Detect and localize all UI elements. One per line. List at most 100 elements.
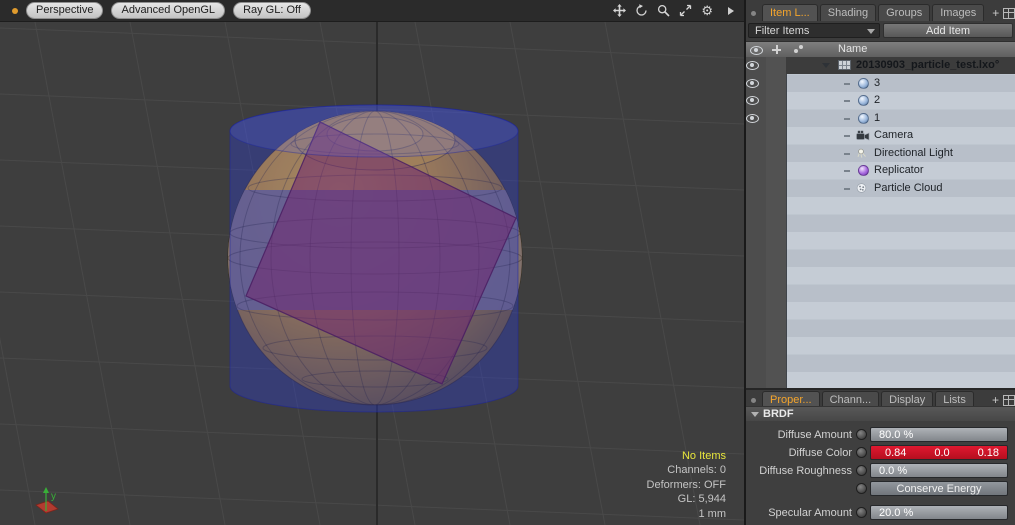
item-label: 20130903_particle_test.lxo°: [856, 59, 1000, 71]
no-items-text: No Items: [681, 449, 726, 462]
mini-slider-knob-icon[interactable]: [856, 447, 867, 458]
tab-shading[interactable]: Shading: [819, 4, 877, 21]
properties-tabbar: Proper... Chann... Display Lists +: [746, 388, 1015, 408]
viewport-3d-scene[interactable]: y: [0, 22, 744, 525]
item-row-directional-light[interactable]: Directional Light: [786, 145, 1015, 162]
diffuse-amount-label: Diffuse Amount: [777, 429, 852, 441]
diffuse-color-field[interactable]: 0.84 0.0 0.18: [870, 445, 1008, 460]
deformers-text: Deformers: OFF: [646, 478, 726, 491]
viewport-settings-gear-icon[interactable]: ⚙: [701, 4, 713, 17]
diffuse-color-r[interactable]: 0.84: [885, 446, 906, 459]
item-list: 20130903_particle_test.lxo° 3 2 1 Camera…: [746, 57, 1015, 388]
conserve-energy-checkbox[interactable]: Conserve Energy: [870, 481, 1008, 496]
replicator-icon: [858, 165, 869, 176]
add-tab-icon[interactable]: +: [992, 393, 999, 407]
advanced-opengl-button[interactable]: Advanced OpenGL: [111, 2, 226, 19]
item-row-camera[interactable]: Camera: [786, 127, 1015, 144]
directional-light-icon: [857, 148, 866, 158]
blue-cylinder: [229, 104, 519, 413]
item-label: 2: [874, 94, 881, 106]
pan-move-icon[interactable]: [613, 4, 627, 17]
filter-items-dropdown[interactable]: Filter Items: [748, 23, 880, 38]
tree-connector: [844, 118, 850, 120]
item-label: Particle Cloud: [874, 182, 943, 194]
particle-cloud-icon: [856, 183, 867, 193]
lock-column-icon[interactable]: [772, 45, 781, 54]
item-label: Directional Light: [874, 147, 953, 159]
diffuse-color-label: Diffuse Color: [788, 447, 852, 459]
filter-items-label: Filter Items: [755, 25, 810, 37]
diffuse-roughness-field[interactable]: 0.0 %: [870, 463, 1008, 478]
mini-slider-knob-icon[interactable]: [856, 429, 867, 440]
item-row-particle-cloud[interactable]: Particle Cloud: [786, 180, 1015, 197]
eye-icon[interactable]: [746, 61, 759, 70]
diffuse-roughness-row: Diffuse Roughness 0.0 %: [746, 463, 1015, 479]
specular-amount-field[interactable]: 20.0 %: [870, 505, 1008, 520]
eye-icon[interactable]: [746, 79, 759, 88]
item-row-mesh-3[interactable]: 3: [786, 75, 1015, 92]
panel-handle-icon[interactable]: [751, 398, 756, 403]
section-collapse-icon[interactable]: [751, 412, 759, 417]
mesh-item-icon: [858, 78, 869, 89]
item-row-mesh-2[interactable]: 2: [786, 92, 1015, 109]
diffuse-color-g[interactable]: 0.0: [934, 446, 949, 459]
item-row-mesh-1[interactable]: 1: [786, 110, 1015, 127]
axis-y-label: y: [51, 491, 56, 502]
specular-amount-row: Specular Amount 20.0 %: [746, 505, 1015, 521]
modo-window: Perspective Advanced OpenGL Ray GL: Off …: [0, 0, 1015, 525]
channels-text: Channels: 0: [667, 464, 726, 476]
item-list-header: Name: [746, 41, 1015, 57]
ray-gl-button[interactable]: Ray GL: Off: [233, 2, 311, 19]
item-row-scene[interactable]: 20130903_particle_test.lxo°: [786, 57, 1015, 74]
tree-connector: [844, 100, 850, 102]
visibility-column-eye-icon[interactable]: [750, 46, 763, 55]
visibility-gutter: [746, 57, 767, 388]
diffuse-amount-row: Diffuse Amount 80.0 %: [746, 427, 1015, 443]
eye-icon[interactable]: [746, 114, 759, 123]
tree-connector: [844, 83, 850, 85]
mesh-item-icon: [858, 95, 869, 106]
item-row-replicator[interactable]: Replicator: [786, 162, 1015, 179]
section-title: BRDF: [763, 408, 794, 420]
add-item-button[interactable]: Add Item: [883, 23, 1013, 38]
zoom-icon[interactable]: [657, 4, 670, 17]
tab-groups[interactable]: Groups: [878, 4, 931, 21]
maximize-viewport-icon[interactable]: [679, 4, 692, 17]
item-label: Camera: [874, 129, 914, 141]
diffuse-amount-field[interactable]: 80.0 %: [870, 427, 1008, 442]
rotate-view-icon[interactable]: [635, 4, 648, 17]
panel-handle-icon[interactable]: [751, 11, 756, 16]
diffuse-color-row: Diffuse Color 0.84 0.0 0.18: [746, 445, 1015, 461]
camera-icon: [856, 130, 870, 141]
eye-icon[interactable]: [746, 96, 759, 105]
panel-layout-icon[interactable]: [1003, 8, 1015, 19]
name-column-header: Name: [838, 43, 868, 55]
item-label: Replicator: [874, 164, 924, 176]
toolbar-more-icon[interactable]: [728, 6, 734, 15]
mini-slider-knob-icon[interactable]: [856, 465, 867, 476]
render-column-icon[interactable]: [794, 45, 803, 54]
viewport-3d[interactable]: Perspective Advanced OpenGL Ray GL: Off …: [0, 0, 744, 525]
viewport-info-readout: No Items Channels: 0 Deformers: OFF GL: …: [647, 449, 726, 522]
mini-slider-knob-icon[interactable]: [856, 507, 867, 518]
tab-item-list[interactable]: Item L...: [762, 4, 818, 21]
diffuse-roughness-label: Diffuse Roughness: [759, 465, 852, 477]
collapse-triangle-icon[interactable]: [822, 63, 830, 68]
axis-gizmo: y: [35, 487, 59, 514]
viewport-state-dot-icon: [12, 7, 18, 14]
item-label: 1: [874, 112, 881, 124]
specular-amount-label: Specular Amount: [768, 507, 852, 519]
tree-connector: [844, 135, 850, 137]
perspective-button[interactable]: Perspective: [26, 2, 104, 19]
diffuse-color-b[interactable]: 0.18: [978, 446, 999, 459]
add-tab-icon[interactable]: +: [992, 6, 999, 20]
tree-connector: [844, 153, 850, 155]
brdf-section-header[interactable]: BRDF: [746, 406, 1015, 421]
grid-size-text: 1 mm: [698, 507, 727, 520]
lock-gutter: [766, 57, 787, 388]
panel-layout-icon[interactable]: [1003, 395, 1015, 406]
scene-icon: [838, 60, 851, 70]
checkbox-knob-icon[interactable]: [856, 483, 867, 494]
tab-images[interactable]: Images: [932, 4, 985, 21]
mesh-item-icon: [858, 113, 869, 124]
